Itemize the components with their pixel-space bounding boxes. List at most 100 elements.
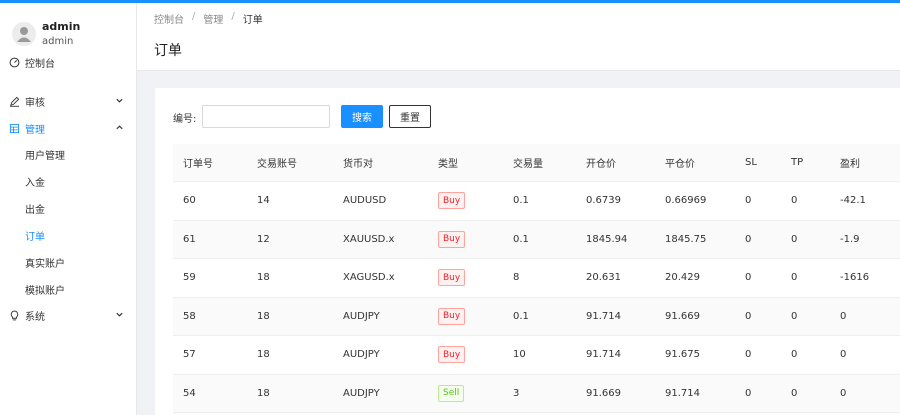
table-row[interactable]: 59 18 XAGUSD.x Buy 8 20.631 20.429 0 0 -1616 xyxy=(173,259,900,298)
sidebar-item-label: 管理 xyxy=(25,124,45,136)
col-volume-cell: 0.1 xyxy=(513,310,529,322)
col-profit-cell: 0 xyxy=(840,310,847,322)
col-type-cell: Buy xyxy=(438,182,466,220)
order-type-tag: Buy xyxy=(438,269,466,287)
table-row[interactable]: 57 18 AUDJPY Buy 10 91.714 91.675 0 0 0 xyxy=(173,336,900,375)
order-type-tag: Buy xyxy=(438,307,466,325)
col-type-cell: Buy xyxy=(438,336,466,374)
col-close-price-cell: 1845.75 xyxy=(665,233,707,245)
col-sl-cell: 0 xyxy=(745,233,752,245)
col-account-cell: 14 xyxy=(257,195,270,207)
user-profile[interactable]: admin admin xyxy=(12,17,80,51)
avatar xyxy=(12,22,36,46)
col-account-cell: 12 xyxy=(257,233,270,245)
col-order-id-cell: 59 xyxy=(183,272,196,284)
table-row[interactable]: 54 18 AUDJPY Sell 3 91.669 91.714 0 0 0 xyxy=(173,374,900,413)
col-tp-cell: 0 xyxy=(791,233,798,245)
col-profit-header: 盈利 xyxy=(840,159,860,170)
col-sl-header: SL xyxy=(745,157,757,168)
col-close-price-header: 平仓价 xyxy=(665,159,695,170)
order-number-input[interactable] xyxy=(202,105,330,128)
sidebar-item-review[interactable]: 审核 xyxy=(0,88,136,114)
breadcrumb-separator: / xyxy=(231,11,235,22)
col-volume-cell: 8 xyxy=(513,272,520,284)
col-sl-cell: 0 xyxy=(745,387,752,399)
order-type-tag: Buy xyxy=(438,192,466,210)
col-volume-header: 交易量 xyxy=(513,159,543,170)
user-role: admin xyxy=(42,36,74,47)
col-sl-cell: 0 xyxy=(745,272,752,284)
chevron-down-icon xyxy=(116,312,123,317)
col-order-id-cell: 54 xyxy=(183,387,196,399)
col-volume-cell: 0.1 xyxy=(513,195,529,207)
col-type-cell: Buy xyxy=(438,221,466,259)
col-account-cell: 18 xyxy=(257,272,270,284)
sidebar-subitem-demo-accounts[interactable]: 模拟账户 xyxy=(0,276,136,302)
col-tp-cell: 0 xyxy=(791,272,798,284)
order-type-tag: Buy xyxy=(438,346,466,364)
table-row[interactable]: 60 14 AUDUSD Buy 0.1 0.6739 0.66969 0 0 -42.1 xyxy=(173,182,900,221)
col-symbol-cell: XAUUSD.x xyxy=(343,233,395,245)
col-volume-cell: 10 xyxy=(513,349,526,361)
sidebar-subitem-real-accounts[interactable]: 真实账户 xyxy=(0,249,136,275)
col-sl-cell: 0 xyxy=(745,310,752,322)
sidebar-subitem-orders[interactable]: 订单 xyxy=(0,222,136,248)
search-button[interactable]: 搜索 xyxy=(341,105,383,128)
col-type-cell: Buy xyxy=(438,259,466,297)
sidebar-item-system[interactable]: 系统 xyxy=(0,302,136,328)
chevron-up-icon xyxy=(116,125,123,130)
col-tp-cell: 0 xyxy=(791,310,798,322)
col-tp-cell: 0 xyxy=(791,195,798,207)
sidebar-subitem-deposit[interactable]: 入金 xyxy=(0,168,136,194)
sidebar-item-dashboard[interactable]: 控制台 xyxy=(0,49,136,75)
sidebar-subitem-users[interactable]: 用户管理 xyxy=(0,141,136,167)
col-symbol-cell: AUDJPY xyxy=(343,349,380,361)
col-open-price-cell: 0.6739 xyxy=(586,195,621,207)
col-symbol-cell: AUDUSD xyxy=(343,195,387,207)
orders-card: 编号: 搜索 重置 订单号 交易账号 货币对 类型 交易量 开仓价 平仓价 SL TP 盈利 60… xyxy=(155,88,900,415)
reset-button[interactable]: 重置 xyxy=(389,105,431,128)
col-close-price-cell: 91.714 xyxy=(665,387,700,399)
table-row[interactable]: 61 12 XAUUSD.x Buy 0.1 1845.94 1845.75 0 0 -1.9 xyxy=(173,220,900,259)
breadcrumb-item-dashboard[interactable]: 控制台 xyxy=(154,11,184,26)
col-symbol-cell: AUDJPY xyxy=(343,387,380,399)
page-title: 订单 xyxy=(154,43,182,59)
col-order-id-cell: 60 xyxy=(183,195,196,207)
col-account-cell: 18 xyxy=(257,349,270,361)
page-header: 控制台 / 管理 / 订单 订单 xyxy=(137,3,900,71)
col-open-price-header: 开仓价 xyxy=(586,159,616,170)
col-close-price-cell: 0.66969 xyxy=(665,195,707,207)
breadcrumb-separator: / xyxy=(192,11,196,22)
col-profit-cell: 0 xyxy=(840,387,847,399)
col-account-header: 交易账号 xyxy=(257,159,297,170)
col-volume-cell: 3 xyxy=(513,387,520,399)
col-profit-cell: -1.9 xyxy=(840,233,860,245)
search-label: 编号: xyxy=(173,114,197,125)
sidebar-subitem-withdraw[interactable]: 出金 xyxy=(0,195,136,221)
edit-icon xyxy=(9,96,20,107)
col-open-price-cell: 91.714 xyxy=(586,310,621,322)
col-profit-cell: -1616 xyxy=(840,272,870,284)
order-type-tag: Buy xyxy=(438,230,466,248)
col-type-cell: Sell xyxy=(438,375,465,413)
col-open-price-cell: 20.631 xyxy=(586,272,621,284)
sidebar-item-manage[interactable]: 管理 xyxy=(0,115,136,141)
breadcrumb-item-manage[interactable]: 管理 xyxy=(203,11,223,26)
col-symbol-header: 货币对 xyxy=(343,159,373,170)
col-sl-cell: 0 xyxy=(745,349,752,361)
col-volume-cell: 0.1 xyxy=(513,233,529,245)
col-profit-cell: -42.1 xyxy=(840,195,866,207)
user-name: admin xyxy=(42,20,81,33)
col-close-price-cell: 91.669 xyxy=(665,310,700,322)
table-icon xyxy=(9,123,20,134)
table-row[interactable]: 58 18 AUDJPY Buy 0.1 91.714 91.669 0 0 0 xyxy=(173,297,900,336)
col-type-header: 类型 xyxy=(438,159,458,170)
sidebar: admin admin 控制台 审核 管理 用户管理 入金 出金 订单 真实账户… xyxy=(0,3,137,415)
col-close-price-cell: 91.675 xyxy=(665,349,700,361)
col-type-cell: Buy xyxy=(438,298,466,336)
col-tp-cell: 0 xyxy=(791,387,798,399)
col-open-price-cell: 91.669 xyxy=(586,387,621,399)
col-order-id-cell: 58 xyxy=(183,310,196,322)
col-account-cell: 18 xyxy=(257,310,270,322)
breadcrumb-item-orders: 订单 xyxy=(242,15,263,26)
